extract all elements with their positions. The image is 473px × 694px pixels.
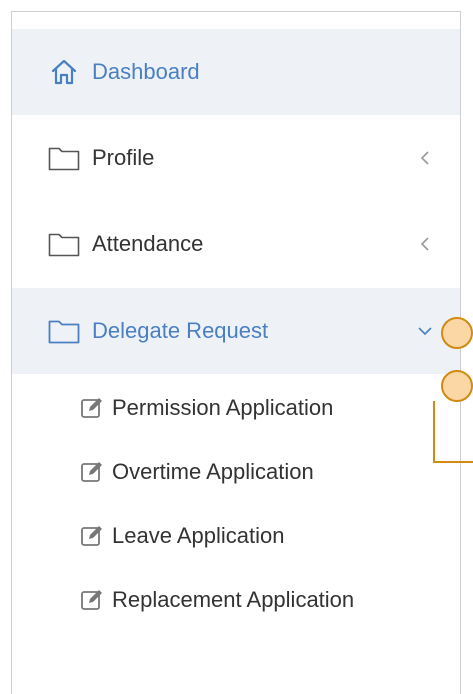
submenu-item-replacement-application[interactable]: Replacement Application <box>12 568 460 632</box>
menu-item-dashboard[interactable]: Dashboard <box>12 29 460 115</box>
folder-icon <box>48 317 80 345</box>
submenu-label: Replacement Application <box>112 587 355 612</box>
menu-label-delegate-request: Delegate Request <box>92 318 269 343</box>
edit-icon <box>80 460 104 484</box>
submenu-label: Leave Application <box>112 523 285 548</box>
submenu-label: Overtime Application <box>112 459 314 484</box>
menu-label-profile: Profile <box>92 145 155 170</box>
submenu-item-permission-application[interactable]: Permission Application <box>12 376 460 440</box>
menu-item-delegate-request[interactable]: Delegate Request <box>12 288 460 374</box>
annotation-bracket <box>433 401 473 463</box>
folder-icon <box>48 144 80 172</box>
chevron-down-icon[interactable] <box>416 322 434 340</box>
submenu-item-leave-application[interactable]: Leave Application <box>12 504 460 568</box>
folder-icon <box>48 230 80 258</box>
submenu-label: Permission Application <box>112 395 334 420</box>
menu-label-attendance: Attendance <box>92 231 204 256</box>
submenu-item-overtime-application[interactable]: Overtime Application <box>12 440 460 504</box>
edit-icon <box>80 588 104 612</box>
menu-item-attendance[interactable]: Attendance <box>12 201 460 287</box>
home-icon <box>48 58 80 86</box>
chevron-left-icon[interactable] <box>416 149 434 167</box>
menu-label-dashboard: Dashboard <box>92 59 200 84</box>
chevron-left-icon[interactable] <box>416 235 434 253</box>
menu-item-profile[interactable]: Profile <box>12 115 460 201</box>
annotation-marker <box>441 317 473 349</box>
sidebar-menu: Dashboard Profile Attendance Delegate Re… <box>11 11 461 694</box>
edit-icon <box>80 524 104 548</box>
annotation-marker <box>441 370 473 402</box>
edit-icon <box>80 396 104 420</box>
